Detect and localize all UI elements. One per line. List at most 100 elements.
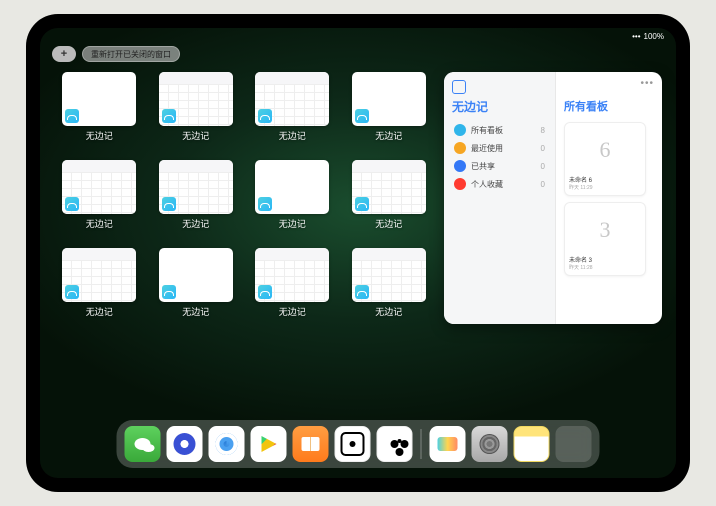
app-window-tile[interactable]: 无边记 [151,160,242,240]
app-window-tile[interactable]: 无边记 [54,160,145,240]
new-window-button[interactable]: + [52,46,76,62]
window-thumbnail [159,72,233,126]
board-timestamp: 昨天 11:28 [569,264,641,271]
reopen-closed-window-button[interactable]: 重新打开已关闭的窗口 [82,46,180,62]
freeform-panel: 无边记 所有看板8最近使用0已共享0个人收藏0 ••• 所有看板 6未命名 6昨… [444,72,662,324]
board-card[interactable]: 6 未命名 6昨天 11:29 [564,122,646,196]
sidebar-nav-item[interactable]: 所有看板 8 [452,121,547,139]
window-label: 无边记 [375,217,402,230]
app-window-tile[interactable]: 无边记 [151,72,242,152]
window-thumbnail [255,160,329,214]
app-window-tile[interactable]: 无边记 [247,160,338,240]
nav-item-count: 0 [541,144,545,153]
freeform-app-icon [258,197,272,211]
board-thumbnail: 3 [569,207,641,253]
window-label: 无边记 [86,129,113,142]
screen: ••• 100% + 重新打开已关闭的窗口 无边记无边记无边记无边记无边记无边记… [40,28,676,478]
freeform-app-icon [162,109,176,123]
freeform-app-icon [355,285,369,299]
top-controls: + 重新打开已关闭的窗口 [52,46,180,62]
sidebar-nav-item[interactable]: 已共享 0 [452,157,547,175]
board-timestamp: 昨天 11:29 [569,184,641,191]
window-label: 无边记 [86,217,113,230]
app-window-tile[interactable]: 无边记 [247,248,338,328]
dock-app-play-store[interactable] [251,426,287,462]
dock-app-dot-app[interactable] [335,426,371,462]
app-window-tile[interactable]: 无边记 [247,72,338,152]
window-thumbnail [62,72,136,126]
nav-item-label: 已共享 [471,161,495,172]
dock-app-settings[interactable] [472,426,508,462]
window-thumbnail [62,160,136,214]
dock-app-notes[interactable] [514,426,550,462]
window-label: 无边记 [375,129,402,142]
dock-app-books[interactable] [293,426,329,462]
app-window-tile[interactable]: 无边记 [344,248,435,328]
main-area: 无边记无边记无边记无边记无边记无边记无边记无边记无边记无边记无边记无边记 无边记… [40,72,676,414]
freeform-app-icon [355,197,369,211]
window-thumbnail [62,248,136,302]
dock-app-freeform[interactable] [430,426,466,462]
dock-app-browser-blue[interactable] [167,426,203,462]
sidebar-nav-item[interactable]: 个人收藏 0 [452,175,547,193]
board-name: 未命名 6 [569,175,641,184]
dock-app-browser-ring[interactable] [209,426,245,462]
app-window-tile[interactable]: 无边记 [344,72,435,152]
panel-app-title: 无边记 [452,98,547,115]
window-label: 无边记 [279,129,306,142]
signal-icon: ••• [632,32,640,41]
board-name: 未命名 3 [569,255,641,264]
sidebar-nav-item[interactable]: 最近使用 0 [452,139,547,157]
nav-item-icon [454,160,466,172]
window-label: 无边记 [279,217,306,230]
window-thumbnail [159,160,233,214]
nav-item-icon [454,124,466,136]
dock-app-app-folder[interactable] [556,426,592,462]
window-thumbnail [255,248,329,302]
window-label: 无边记 [182,217,209,230]
ipad-frame: ••• 100% + 重新打开已关闭的窗口 无边记无边记无边记无边记无边记无边记… [26,14,690,492]
nav-item-count: 0 [541,180,545,189]
window-thumbnail [159,248,233,302]
panel-content: ••• 所有看板 6 未命名 6昨天 11:29 3 未命名 3昨天 11:28 [556,72,662,324]
more-menu-icon[interactable]: ••• [640,78,654,89]
freeform-app-icon [258,285,272,299]
sidebar-toggle-icon[interactable] [452,80,466,94]
nav-item-label: 所有看板 [471,125,503,136]
nav-item-icon [454,142,466,154]
nav-item-count: 8 [541,126,545,135]
dock-app-wechat[interactable] [125,426,161,462]
panel-sidebar: 无边记 所有看板 8 最近使用 0 已共享 0 个人收藏 0 [444,72,556,324]
app-window-tile[interactable]: 无边记 [344,160,435,240]
app-window-tile[interactable]: 无边记 [151,248,242,328]
freeform-app-icon [65,197,79,211]
window-label: 无边记 [279,305,306,318]
nav-item-label: 最近使用 [471,143,503,154]
dock [117,420,600,468]
window-label: 无边记 [182,305,209,318]
window-label: 无边记 [375,305,402,318]
freeform-app-icon [65,109,79,123]
board-thumbnail: 6 [569,127,641,173]
dock-app-pods-app[interactable] [377,426,413,462]
freeform-app-icon [162,285,176,299]
app-window-tile[interactable]: 无边记 [54,72,145,152]
freeform-app-icon [355,109,369,123]
window-thumbnail [352,72,426,126]
nav-item-count: 0 [541,162,545,171]
board-card[interactable]: 3 未命名 3昨天 11:28 [564,202,646,276]
window-thumbnail [352,248,426,302]
freeform-app-icon [65,285,79,299]
window-thumbnail [255,72,329,126]
panel-section-title: 所有看板 [564,98,654,114]
window-label: 无边记 [86,305,113,318]
status-bar: ••• 100% [632,32,664,41]
nav-item-icon [454,178,466,190]
nav-item-label: 个人收藏 [471,179,503,190]
window-thumbnail [352,160,426,214]
app-switcher-grid: 无边记无边记无边记无边记无边记无边记无边记无边记无边记无边记无边记无边记 [54,72,444,414]
freeform-app-icon [258,109,272,123]
window-label: 无边记 [182,129,209,142]
battery-label: 100% [644,32,664,41]
app-window-tile[interactable]: 无边记 [54,248,145,328]
